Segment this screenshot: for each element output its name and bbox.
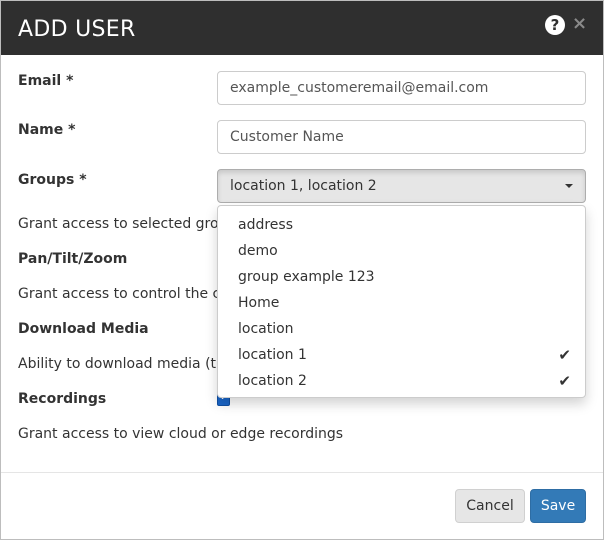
group-option-demo[interactable]: demo — [218, 238, 585, 264]
caret-down-icon — [565, 184, 573, 188]
save-button[interactable]: Save — [530, 489, 586, 523]
dialog-header: ADD USER ? × — [1, 1, 603, 55]
groups-label: Groups * — [18, 172, 87, 188]
group-option-label: group example 123 — [238, 269, 375, 285]
group-option-location-2[interactable]: location 2 ✔ — [218, 368, 585, 394]
group-option-group-example-123[interactable]: group example 123 — [218, 264, 585, 290]
add-user-dialog: ADD USER ? × Email * example_customerema… — [0, 0, 604, 540]
group-option-location[interactable]: location — [218, 316, 585, 342]
group-option-home[interactable]: Home — [218, 290, 585, 316]
name-label: Name * — [18, 122, 76, 138]
group-option-label: location 2 — [238, 373, 307, 389]
download-media-hint: Ability to download media (tim — [18, 356, 234, 372]
checkmark-icon: ✔ — [558, 372, 571, 390]
groups-hint: Grant access to selected group — [18, 216, 237, 232]
group-option-label: address — [238, 217, 294, 233]
dialog-title: ADD USER — [18, 17, 136, 42]
email-label: Email * — [18, 73, 74, 89]
groups-dropdown-menu: address demo group example 123 Home loca… — [217, 205, 586, 398]
name-field[interactable]: Customer Name — [217, 120, 586, 154]
group-option-location-1[interactable]: location 1 ✔ — [218, 342, 585, 368]
ptz-hint: Grant access to control the cam — [18, 286, 243, 302]
recordings-label: Recordings — [18, 391, 107, 407]
cancel-button[interactable]: Cancel — [455, 489, 525, 523]
checkmark-icon: ✔ — [558, 346, 571, 364]
ptz-label: Pan/Tilt/Zoom — [18, 251, 128, 267]
group-option-address[interactable]: address — [218, 212, 585, 238]
close-icon[interactable]: × — [572, 13, 587, 34]
group-option-label: demo — [238, 243, 278, 259]
group-option-label: location 1 — [238, 347, 307, 363]
question-circle-icon[interactable]: ? — [545, 15, 565, 35]
email-field[interactable]: example_customeremail@email.com — [217, 71, 586, 105]
group-option-label: Home — [238, 295, 280, 311]
group-option-label: location — [238, 321, 294, 337]
footer-divider — [1, 472, 603, 473]
groups-selected-value: location 1, location 2 — [230, 178, 377, 194]
download-media-label: Download Media — [18, 321, 149, 337]
groups-select[interactable]: location 1, location 2 — [217, 169, 586, 203]
recordings-hint: Grant access to view cloud or edge recor… — [18, 426, 344, 442]
